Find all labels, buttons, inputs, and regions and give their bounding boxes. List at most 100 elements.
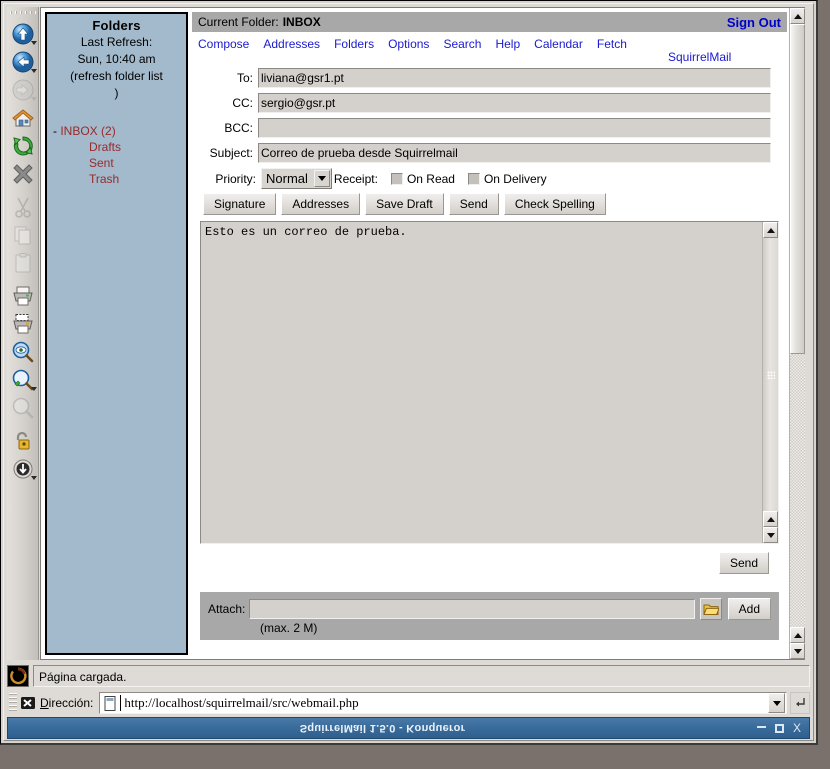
attachment-line: Attach: Add bbox=[208, 598, 771, 620]
sidebar-item-drafts[interactable]: Drafts bbox=[53, 139, 186, 155]
page-scrollbar[interactable] bbox=[789, 8, 805, 659]
compose-form: To: liviana@gsr1.pt CC: sergio@gsr.pt BC… bbox=[192, 66, 787, 221]
konqueror-window: Folders Last Refresh: Sun, 10:40 am (ref… bbox=[0, 0, 818, 745]
attach-file-input[interactable] bbox=[249, 599, 694, 619]
last-refresh-time: Sun, 10:40 am bbox=[47, 51, 186, 67]
scroll-track[interactable] bbox=[763, 238, 778, 511]
go-button[interactable] bbox=[790, 692, 810, 714]
folder-open-icon[interactable] bbox=[700, 598, 722, 620]
window-controls: X bbox=[757, 723, 809, 733]
location-bar-drag-handle[interactable] bbox=[9, 693, 17, 713]
download-icon[interactable] bbox=[8, 455, 38, 483]
page-scroll-up-button-bottom[interactable] bbox=[790, 627, 805, 643]
list-item: - INBOX (2) bbox=[53, 123, 186, 139]
find-icon[interactable] bbox=[8, 338, 38, 366]
page-scroll-thumb[interactable] bbox=[790, 24, 805, 354]
nav-search[interactable]: Search bbox=[443, 37, 481, 51]
to-field[interactable]: liviana@gsr1.pt bbox=[258, 68, 771, 88]
last-refresh-label: Last Refresh: bbox=[47, 34, 186, 50]
nav-compose[interactable]: Compose bbox=[198, 37, 249, 51]
stop-icon[interactable] bbox=[8, 160, 38, 188]
browser-viewport: Folders Last Refresh: Sun, 10:40 am (ref… bbox=[40, 7, 805, 660]
squirrelmail-brand: SquirrelMail bbox=[668, 36, 739, 64]
priority-value: Normal bbox=[266, 171, 314, 186]
copy-icon bbox=[8, 221, 38, 249]
cc-field[interactable]: sergio@gsr.pt bbox=[258, 93, 771, 113]
browser-toolbar bbox=[7, 7, 39, 660]
window-titlebar[interactable]: SquirrelMail 1.5.0 - Konqueror X bbox=[7, 717, 810, 739]
zoom-in-icon[interactable] bbox=[8, 366, 38, 394]
nav-fetch[interactable]: Fetch bbox=[597, 37, 627, 51]
refresh-folder-list-line: (refresh folder list bbox=[47, 68, 186, 84]
scroll-up-button[interactable] bbox=[763, 222, 778, 238]
sign-out-link[interactable]: Sign Out bbox=[727, 15, 781, 30]
page-favicon bbox=[103, 696, 117, 711]
scroll-up-button-bottom[interactable] bbox=[763, 511, 778, 527]
folders-sidebar: Folders Last Refresh: Sun, 10:40 am (ref… bbox=[45, 12, 188, 655]
on-delivery-checkbox[interactable] bbox=[468, 173, 480, 185]
subject-field[interactable]: Correo de prueba desde Squirrelmail bbox=[258, 143, 771, 163]
subject-label: Subject: bbox=[200, 146, 258, 160]
location-label-rest: irección: bbox=[49, 696, 94, 710]
url-input[interactable]: http://localhost/squirrelmail/src/webmai… bbox=[99, 692, 787, 714]
page-scroll-down-button[interactable] bbox=[790, 643, 805, 659]
download-dropdown-arrow[interactable] bbox=[31, 476, 37, 480]
nav-row: Compose Addresses Folders Options Search Help… bbox=[192, 32, 787, 66]
add-attachment-button[interactable]: Add bbox=[728, 598, 771, 620]
back-icon[interactable] bbox=[8, 48, 38, 76]
back-dropdown-arrow[interactable] bbox=[31, 69, 37, 73]
page-scroll-up-button[interactable] bbox=[790, 8, 805, 24]
home-icon[interactable] bbox=[8, 104, 38, 132]
sidebar-item-sent[interactable]: Sent bbox=[53, 155, 186, 171]
on-read-checkbox[interactable] bbox=[391, 173, 403, 185]
cc-label: CC: bbox=[200, 96, 258, 110]
window-title: SquirrelMail 1.5.0 - Konqueror bbox=[8, 722, 757, 734]
nav-folders[interactable]: Folders bbox=[334, 37, 374, 51]
location-label: Dirección: bbox=[40, 696, 99, 710]
send-row: Send bbox=[192, 544, 787, 574]
attach-label: Attach: bbox=[208, 602, 249, 616]
minimize-button[interactable] bbox=[757, 726, 766, 728]
to-row: To: liviana@gsr1.pt bbox=[200, 68, 779, 88]
up-icon[interactable] bbox=[8, 20, 38, 48]
priority-select[interactable]: Normal bbox=[261, 168, 332, 189]
message-body-textarea[interactable]: Esto es un correo de prueba. bbox=[201, 222, 762, 543]
security-lock-icon[interactable] bbox=[8, 427, 38, 455]
toolbar-drag-handle[interactable] bbox=[10, 8, 36, 18]
forward-icon bbox=[8, 76, 38, 104]
addresses-button[interactable]: Addresses bbox=[281, 193, 360, 215]
refresh-folder-list-link[interactable]: refresh folder list bbox=[74, 69, 163, 83]
print-preview-icon[interactable] bbox=[8, 310, 38, 338]
clear-location-icon[interactable] bbox=[19, 694, 37, 712]
zoom-dropdown-arrow[interactable] bbox=[31, 387, 37, 391]
zoom-out-icon bbox=[8, 394, 38, 422]
save-draft-button[interactable]: Save Draft bbox=[365, 193, 444, 215]
maximize-button[interactable] bbox=[775, 724, 784, 733]
bcc-field[interactable] bbox=[258, 118, 771, 138]
page-scroll-track[interactable] bbox=[790, 354, 805, 627]
close-button[interactable]: X bbox=[793, 723, 801, 733]
nav-calendar[interactable]: Calendar bbox=[534, 37, 583, 51]
nav-help[interactable]: Help bbox=[495, 37, 520, 51]
sidebar-item-trash[interactable]: Trash bbox=[53, 171, 186, 187]
check-spelling-button[interactable]: Check Spelling bbox=[504, 193, 606, 215]
current-folder-bar: Current Folder: INBOX Sign Out bbox=[192, 12, 787, 32]
message-body-scrollbar[interactable] bbox=[762, 222, 778, 543]
send-button-top[interactable]: Send bbox=[449, 193, 499, 215]
paste-icon bbox=[8, 249, 38, 277]
folder-list: - INBOX (2) Drafts Sent Trash bbox=[47, 123, 186, 187]
reload-icon[interactable] bbox=[8, 132, 38, 160]
scroll-down-button[interactable] bbox=[763, 527, 778, 543]
nav-options[interactable]: Options bbox=[388, 37, 429, 51]
chevron-down-icon[interactable] bbox=[314, 170, 330, 187]
send-button[interactable]: Send bbox=[719, 552, 769, 574]
mail-pane: Current Folder: INBOX Sign Out Compose Ad… bbox=[192, 12, 787, 655]
compose-button-row: Signature Addresses Save Draft Send Chec… bbox=[200, 193, 779, 215]
nav-addresses[interactable]: Addresses bbox=[263, 37, 320, 51]
print-icon[interactable] bbox=[8, 282, 38, 310]
up-dropdown-arrow[interactable] bbox=[31, 41, 37, 45]
url-dropdown-icon[interactable] bbox=[768, 693, 785, 713]
sidebar-item-inbox[interactable]: INBOX (2) bbox=[60, 124, 115, 138]
signature-button[interactable]: Signature bbox=[203, 193, 276, 215]
url-text[interactable]: http://localhost/squirrelmail/src/webmai… bbox=[120, 695, 768, 711]
